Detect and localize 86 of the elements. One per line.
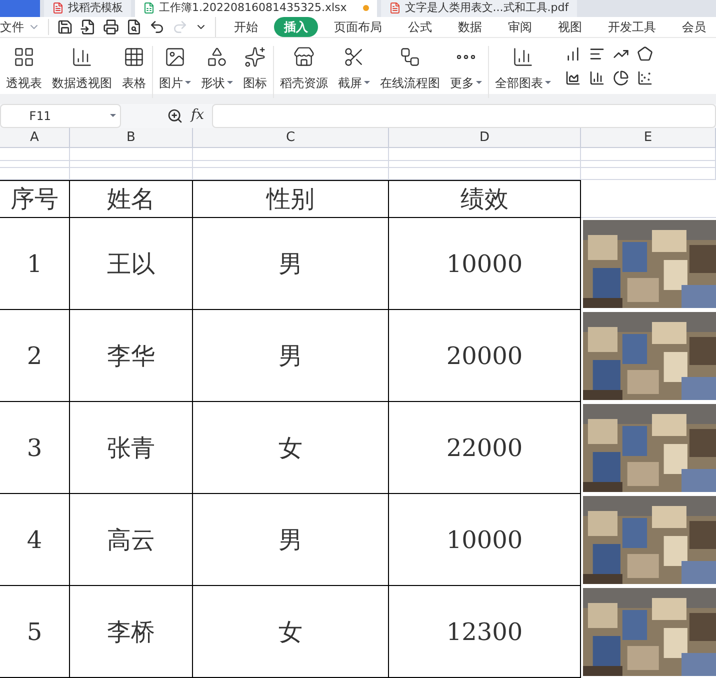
tab-title: 找稻壳模板 <box>68 0 123 16</box>
table-cell: 王以 <box>70 218 193 310</box>
tab-title: 工作簿1.20220816081435325.xlsx <box>159 0 347 16</box>
column-header[interactable]: B <box>70 128 193 148</box>
zoom-icon[interactable] <box>167 108 183 124</box>
table-cell: 2 <box>0 310 70 402</box>
grid-icon <box>13 46 35 68</box>
bar-chart-icon[interactable] <box>589 46 605 62</box>
ribbon-tab[interactable]: 页面布局 <box>324 16 392 36</box>
document-icon <box>388 2 401 14</box>
ribbon-button[interactable]: 图片 <box>157 46 193 98</box>
table-cell: 3 <box>0 402 70 494</box>
more-icon <box>457 54 475 58</box>
image-icon <box>164 46 186 68</box>
print-preview-icon[interactable] <box>126 18 142 34</box>
ribbon-button[interactable]: 截屏 <box>336 46 372 98</box>
table-cell: 男 <box>193 494 389 586</box>
ribbon-tab[interactable]: 开始 <box>224 16 268 36</box>
formula-input[interactable] <box>212 104 716 128</box>
ribbon-button[interactable]: 更多 <box>448 46 484 98</box>
dropdown-caret-icon <box>110 114 116 118</box>
sparkle-icon <box>244 46 266 68</box>
ribbon-button[interactable]: 形状 <box>199 46 235 98</box>
ribbon-tab[interactable]: 会员 <box>672 16 716 36</box>
table-cell: 10000 <box>389 218 581 310</box>
table-cell: 12300 <box>389 586 581 678</box>
ribbon-button[interactable]: 透视表 <box>4 46 44 98</box>
scissors-icon <box>343 46 365 68</box>
table-cell: 女 <box>193 586 389 678</box>
table-cell: 5 <box>0 586 70 678</box>
document-tab[interactable]: 文字是人类用表文...式和工具.pdf <box>380 0 577 16</box>
scatter-chart-icon[interactable] <box>637 70 653 86</box>
pie-chart-icon[interactable] <box>613 70 629 86</box>
ribbon-button[interactable]: 数据透视图 <box>50 46 114 98</box>
shapes-icon <box>206 46 228 68</box>
print-icon[interactable] <box>103 18 119 34</box>
save-icon[interactable] <box>57 18 73 34</box>
table-cell: 男 <box>193 218 389 310</box>
table-header-cell: 序号 <box>0 180 70 218</box>
bar-chart-icon <box>71 46 93 68</box>
tab-title: 文字是人类用表文...式和工具.pdf <box>404 0 569 16</box>
ribbon-tab[interactable]: 审阅 <box>498 16 542 36</box>
document-icon <box>52 2 64 14</box>
name-box[interactable]: F11 <box>0 104 121 128</box>
table-cell: 李桥 <box>70 586 193 678</box>
column-chart-icon[interactable] <box>565 46 581 62</box>
ribbon-tab[interactable]: 开发工具 <box>598 16 666 36</box>
table-icon <box>123 46 145 68</box>
export-icon[interactable] <box>80 18 96 34</box>
radar-chart-icon[interactable] <box>637 46 653 62</box>
document-tab[interactable]: 工作簿1.20220816081435325.xlsx <box>135 0 377 16</box>
bar-chart-icon <box>512 46 534 68</box>
table-cell: 张青 <box>70 402 193 494</box>
ribbon-button[interactable]: 图标 <box>241 46 269 98</box>
table-cell: 4 <box>0 494 70 586</box>
document-icon <box>143 2 155 14</box>
column-header[interactable]: C <box>193 128 389 148</box>
table-header-cell: 性别 <box>193 180 389 218</box>
column-header[interactable]: A <box>0 128 70 148</box>
table-header-cell: 姓名 <box>70 180 193 218</box>
ribbon-button[interactable]: 全部图表 <box>493 46 553 98</box>
undo-icon[interactable] <box>149 18 165 34</box>
table-cell: 20000 <box>389 310 581 402</box>
ribbon-tab[interactable]: 视图 <box>548 16 592 36</box>
store-icon <box>293 46 315 68</box>
document-tab[interactable]: 找稻壳模板 <box>44 0 131 16</box>
table-cell: 李华 <box>70 310 193 402</box>
column-header[interactable]: E <box>581 128 716 148</box>
table-cell: 1 <box>0 218 70 310</box>
column-header[interactable]: D <box>389 128 581 148</box>
table-cell: 男 <box>193 310 389 402</box>
table-cell: 女 <box>193 402 389 494</box>
ribbon-tab[interactable]: 公式 <box>398 16 442 36</box>
table-cell: 22000 <box>389 402 581 494</box>
function-label[interactable]: fx <box>191 105 204 126</box>
table-cell: 10000 <box>389 494 581 586</box>
table-header-cell: 绩效 <box>389 180 581 218</box>
flowchart-icon <box>399 46 421 68</box>
combo-chart-icon[interactable] <box>589 70 605 86</box>
table-cell: 高云 <box>70 494 193 586</box>
ribbon-button[interactable]: 在线流程图 <box>378 46 442 98</box>
ribbon-button[interactable]: 表格 <box>120 46 148 98</box>
ribbon-tab[interactable]: 数据 <box>448 16 492 36</box>
area-chart-icon[interactable] <box>565 70 581 86</box>
file-menu[interactable]: 文件 <box>0 18 48 36</box>
ribbon-button[interactable]: 稻壳资源 <box>278 46 330 98</box>
